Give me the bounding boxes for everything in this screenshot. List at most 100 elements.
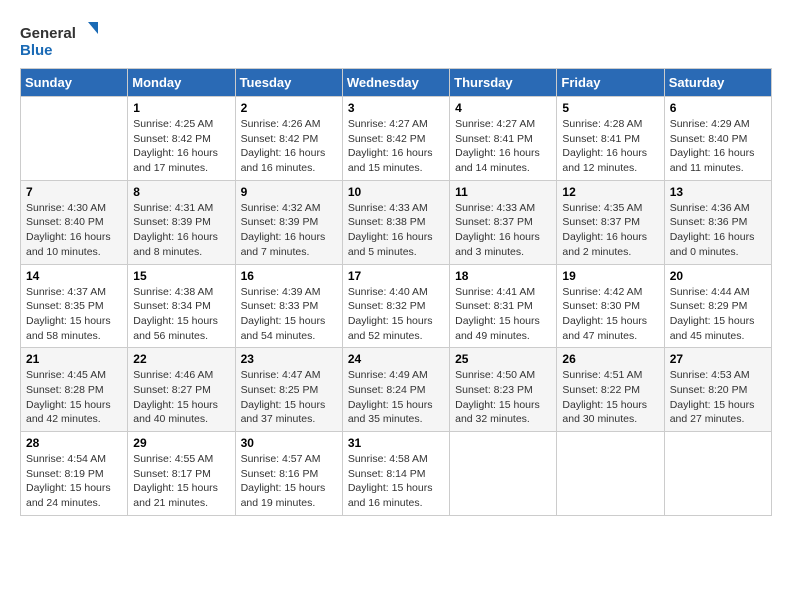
calendar-cell: 22 Sunrise: 4:46 AM Sunset: 8:27 PM Dayli… (128, 348, 235, 432)
calendar-cell: 21 Sunrise: 4:45 AM Sunset: 8:28 PM Dayli… (21, 348, 128, 432)
calendar-cell (21, 97, 128, 181)
calendar-cell: 3 Sunrise: 4:27 AM Sunset: 8:42 PM Daylig… (342, 97, 449, 181)
day-info: Sunrise: 4:26 AM Sunset: 8:42 PM Dayligh… (241, 117, 337, 176)
day-info: Sunrise: 4:29 AM Sunset: 8:40 PM Dayligh… (670, 117, 766, 176)
calendar-cell: 11Sunrise: 4:33 AM Sunset: 8:37 PM Dayli… (450, 180, 557, 264)
day-number: 30 (241, 436, 337, 450)
calendar-week-row: 28 Sunrise: 4:54 AM Sunset: 8:19 PM Dayli… (21, 432, 772, 516)
day-number: 9 (241, 185, 337, 199)
day-number: 19 (562, 269, 658, 283)
calendar-header-cell: Saturday (664, 69, 771, 97)
calendar-cell: 23 Sunrise: 4:47 AM Sunset: 8:25 PM Dayli… (235, 348, 342, 432)
day-number: 13 (670, 185, 766, 199)
calendar-cell: 17 Sunrise: 4:40 AM Sunset: 8:32 PM Dayli… (342, 264, 449, 348)
day-number: 23 (241, 352, 337, 366)
day-info: Sunrise: 4:33 AM Sunset: 8:38 PM Dayligh… (348, 201, 444, 260)
day-number: 10 (348, 185, 444, 199)
day-info: Sunrise: 4:31 AM Sunset: 8:39 PM Dayligh… (133, 201, 229, 260)
calendar-header-cell: Wednesday (342, 69, 449, 97)
logo: General Blue (20, 20, 100, 60)
day-info: Sunrise: 4:27 AM Sunset: 8:42 PM Dayligh… (348, 117, 444, 176)
day-number: 3 (348, 101, 444, 115)
svg-text:General: General (20, 25, 76, 42)
calendar-cell: 7 Sunrise: 4:30 AM Sunset: 8:40 PM Daylig… (21, 180, 128, 264)
day-number: 1 (133, 101, 229, 115)
calendar-cell: 16 Sunrise: 4:39 AM Sunset: 8:33 PM Dayli… (235, 264, 342, 348)
day-number: 12 (562, 185, 658, 199)
calendar-cell: 20Sunrise: 4:44 AM Sunset: 8:29 PM Dayli… (664, 264, 771, 348)
calendar-cell: 24Sunrise: 4:49 AM Sunset: 8:24 PM Dayli… (342, 348, 449, 432)
calendar-header-cell: Thursday (450, 69, 557, 97)
day-number: 18 (455, 269, 551, 283)
day-number: 4 (455, 101, 551, 115)
day-info: Sunrise: 4:51 AM Sunset: 8:22 PM Dayligh… (562, 368, 658, 427)
day-info: Sunrise: 4:54 AM Sunset: 8:19 PM Dayligh… (26, 452, 122, 511)
day-number: 22 (133, 352, 229, 366)
day-info: Sunrise: 4:47 AM Sunset: 8:25 PM Dayligh… (241, 368, 337, 427)
calendar-cell: 6 Sunrise: 4:29 AM Sunset: 8:40 PM Daylig… (664, 97, 771, 181)
calendar-cell: 13Sunrise: 4:36 AM Sunset: 8:36 PM Dayli… (664, 180, 771, 264)
day-number: 5 (562, 101, 658, 115)
calendar-header-cell: Monday (128, 69, 235, 97)
calendar-cell: 1 Sunrise: 4:25 AM Sunset: 8:42 PM Daylig… (128, 97, 235, 181)
calendar-cell: 30 Sunrise: 4:57 AM Sunset: 8:16 PM Dayli… (235, 432, 342, 516)
day-info: Sunrise: 4:49 AM Sunset: 8:24 PM Dayligh… (348, 368, 444, 427)
calendar-header-cell: Tuesday (235, 69, 342, 97)
calendar-week-row: 7 Sunrise: 4:30 AM Sunset: 8:40 PM Daylig… (21, 180, 772, 264)
calendar-cell: 25Sunrise: 4:50 AM Sunset: 8:23 PM Dayli… (450, 348, 557, 432)
day-info: Sunrise: 4:53 AM Sunset: 8:20 PM Dayligh… (670, 368, 766, 427)
day-info: Sunrise: 4:46 AM Sunset: 8:27 PM Dayligh… (133, 368, 229, 427)
day-number: 7 (26, 185, 122, 199)
day-info: Sunrise: 4:30 AM Sunset: 8:40 PM Dayligh… (26, 201, 122, 260)
day-info: Sunrise: 4:27 AM Sunset: 8:41 PM Dayligh… (455, 117, 551, 176)
svg-text:Blue: Blue (20, 42, 53, 59)
day-number: 25 (455, 352, 551, 366)
calendar-week-row: 1 Sunrise: 4:25 AM Sunset: 8:42 PM Daylig… (21, 97, 772, 181)
calendar-cell: 28 Sunrise: 4:54 AM Sunset: 8:19 PM Dayli… (21, 432, 128, 516)
day-info: Sunrise: 4:32 AM Sunset: 8:39 PM Dayligh… (241, 201, 337, 260)
calendar-header-cell: Sunday (21, 69, 128, 97)
day-info: Sunrise: 4:45 AM Sunset: 8:28 PM Dayligh… (26, 368, 122, 427)
calendar-cell (450, 432, 557, 516)
calendar-cell (664, 432, 771, 516)
calendar-cell: 29Sunrise: 4:55 AM Sunset: 8:17 PM Dayli… (128, 432, 235, 516)
calendar-cell: 31 Sunrise: 4:58 AM Sunset: 8:14 PM Dayli… (342, 432, 449, 516)
day-number: 21 (26, 352, 122, 366)
calendar-cell: 2 Sunrise: 4:26 AM Sunset: 8:42 PM Daylig… (235, 97, 342, 181)
calendar-header: SundayMondayTuesdayWednesdayThursdayFrid… (21, 69, 772, 97)
day-number: 28 (26, 436, 122, 450)
day-number: 2 (241, 101, 337, 115)
day-number: 14 (26, 269, 122, 283)
calendar-cell (557, 432, 664, 516)
day-info: Sunrise: 4:35 AM Sunset: 8:37 PM Dayligh… (562, 201, 658, 260)
day-number: 16 (241, 269, 337, 283)
calendar-cell: 18 Sunrise: 4:41 AM Sunset: 8:31 PM Dayli… (450, 264, 557, 348)
day-number: 31 (348, 436, 444, 450)
day-number: 20 (670, 269, 766, 283)
day-info: Sunrise: 4:55 AM Sunset: 8:17 PM Dayligh… (133, 452, 229, 511)
day-info: Sunrise: 4:25 AM Sunset: 8:42 PM Dayligh… (133, 117, 229, 176)
day-info: Sunrise: 4:40 AM Sunset: 8:32 PM Dayligh… (348, 285, 444, 344)
logo-svg: General Blue (20, 20, 100, 60)
calendar-table: SundayMondayTuesdayWednesdayThursdayFrid… (20, 68, 772, 516)
calendar-cell: 10 Sunrise: 4:33 AM Sunset: 8:38 PM Dayli… (342, 180, 449, 264)
day-info: Sunrise: 4:38 AM Sunset: 8:34 PM Dayligh… (133, 285, 229, 344)
calendar-cell: 4 Sunrise: 4:27 AM Sunset: 8:41 PM Daylig… (450, 97, 557, 181)
calendar-week-row: 14Sunrise: 4:37 AM Sunset: 8:35 PM Dayli… (21, 264, 772, 348)
day-info: Sunrise: 4:42 AM Sunset: 8:30 PM Dayligh… (562, 285, 658, 344)
day-info: Sunrise: 4:57 AM Sunset: 8:16 PM Dayligh… (241, 452, 337, 511)
day-number: 15 (133, 269, 229, 283)
day-info: Sunrise: 4:58 AM Sunset: 8:14 PM Dayligh… (348, 452, 444, 511)
day-number: 8 (133, 185, 229, 199)
day-number: 6 (670, 101, 766, 115)
calendar-cell: 27 Sunrise: 4:53 AM Sunset: 8:20 PM Dayli… (664, 348, 771, 432)
day-number: 11 (455, 185, 551, 199)
day-info: Sunrise: 4:41 AM Sunset: 8:31 PM Dayligh… (455, 285, 551, 344)
day-info: Sunrise: 4:28 AM Sunset: 8:41 PM Dayligh… (562, 117, 658, 176)
calendar-cell: 26 Sunrise: 4:51 AM Sunset: 8:22 PM Dayli… (557, 348, 664, 432)
calendar-cell: 15 Sunrise: 4:38 AM Sunset: 8:34 PM Dayli… (128, 264, 235, 348)
day-info: Sunrise: 4:39 AM Sunset: 8:33 PM Dayligh… (241, 285, 337, 344)
day-number: 26 (562, 352, 658, 366)
day-number: 17 (348, 269, 444, 283)
day-number: 27 (670, 352, 766, 366)
